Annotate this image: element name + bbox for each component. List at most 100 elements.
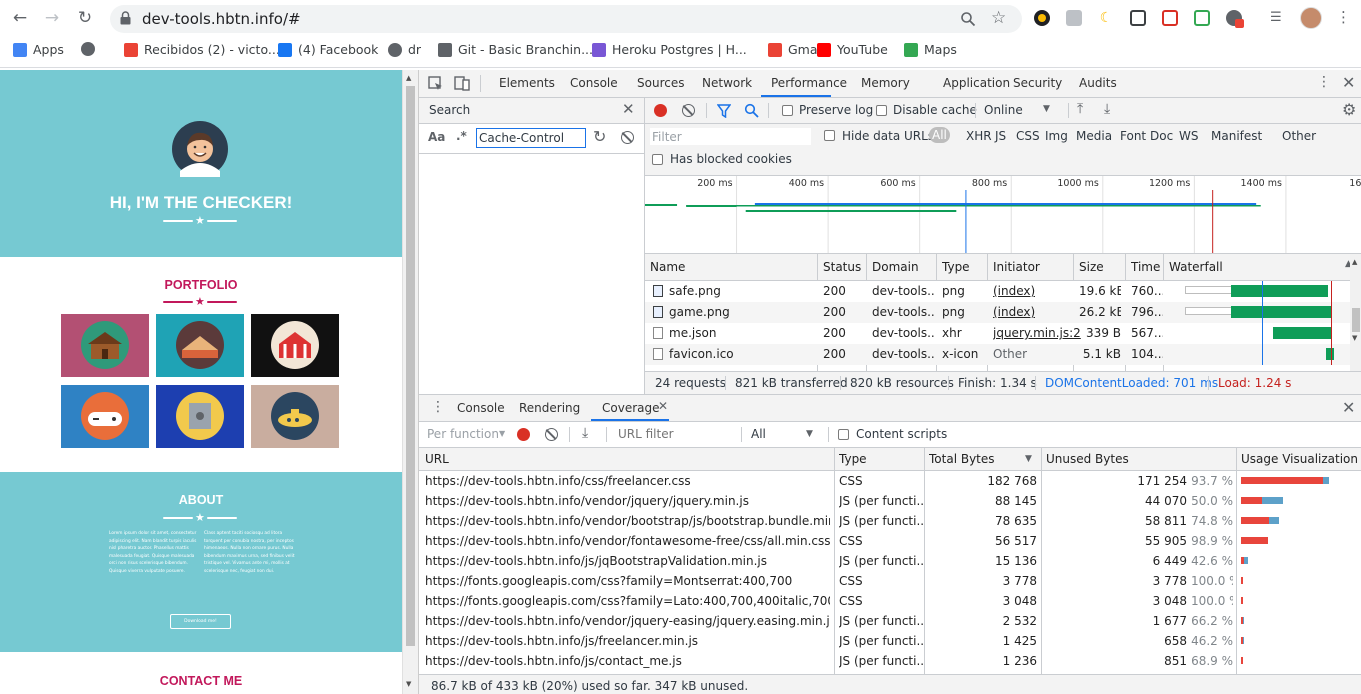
filter-type-other[interactable]: Other xyxy=(1282,129,1316,143)
tab-performance[interactable]: Performance xyxy=(771,76,847,90)
close-drawer-icon[interactable]: ✕ xyxy=(1342,398,1355,417)
tab-application[interactable]: Application xyxy=(943,76,1010,90)
close-search-icon[interactable]: ✕ xyxy=(622,100,635,118)
scrollbar-thumb[interactable] xyxy=(1352,308,1360,332)
type-select[interactable]: All ▼ xyxy=(748,425,820,443)
bookmark-1[interactable] xyxy=(81,42,101,56)
settings-gear-icon[interactable]: ⚙ xyxy=(1342,100,1356,119)
start-coverage-record-icon[interactable] xyxy=(517,428,530,441)
column-time[interactable]: Time xyxy=(1131,260,1160,274)
drawer-tab-console[interactable]: Console xyxy=(457,401,505,415)
coverage-row[interactable]: https://dev-tools.hbtn.info/js/freelance… xyxy=(419,631,1361,651)
content-scripts-checkbox[interactable] xyxy=(838,429,849,440)
device-toolbar-icon[interactable] xyxy=(454,75,470,91)
tab-elements[interactable]: Elements xyxy=(499,76,555,90)
bookmark-6[interactable]: Heroku Postgres | H... xyxy=(592,42,747,57)
coverage-row[interactable]: https://dev-tools.hbtn.info/vendor/jquer… xyxy=(419,491,1361,511)
preserve-log-checkbox[interactable] xyxy=(782,105,793,116)
bookmark-8[interactable]: YouTube xyxy=(817,42,888,57)
bookmark-2[interactable]: Recibidos (2) - victo... xyxy=(124,42,280,57)
menu-kebab-icon[interactable]: ⋮ xyxy=(1336,8,1351,26)
row-url[interactable]: https://dev-tools.hbtn.info/vendor/fonta… xyxy=(425,534,830,548)
network-filter-input[interactable]: Filter xyxy=(649,127,812,146)
bookmark-5[interactable]: Git - Basic Branchin... xyxy=(438,42,593,57)
filter-type-js[interactable]: JS xyxy=(995,129,1006,143)
coverage-row[interactable]: https://dev-tools.hbtn.info/vendor/fonta… xyxy=(419,531,1361,551)
row-name[interactable]: safe.png xyxy=(669,284,814,298)
bookmark-3[interactable]: (4) Facebook xyxy=(278,42,378,57)
regex-button[interactable]: .* xyxy=(456,129,467,143)
coverage-row[interactable]: https://fonts.googleapis.com/css?family=… xyxy=(419,571,1361,591)
column-total-bytes[interactable]: Total Bytes xyxy=(929,452,995,466)
coverage-row[interactable]: https://dev-tools.hbtn.info/css/freelanc… xyxy=(419,471,1361,491)
bookmark-7[interactable]: Gmail xyxy=(768,42,824,57)
forward-arrow-icon[interactable]: → xyxy=(41,8,63,28)
extension-icon[interactable] xyxy=(1194,10,1210,26)
clear-search-icon[interactable] xyxy=(621,131,634,144)
filter-type-doc[interactable]: Doc xyxy=(1150,129,1173,143)
import-har-icon[interactable]: ⤒ xyxy=(1077,101,1083,117)
row-name[interactable]: game.png xyxy=(669,305,814,319)
filter-type-manifest[interactable]: Manifest xyxy=(1211,129,1262,143)
scroll-up-icon[interactable]: ▲ xyxy=(1352,258,1357,266)
drawer-tab-rendering[interactable]: Rendering xyxy=(519,401,580,415)
back-arrow-icon[interactable]: ← xyxy=(9,8,31,28)
table-row[interactable]: me.json 200 dev-tools.... xhr jquery.min.js:… xyxy=(645,323,1350,344)
search-icon[interactable] xyxy=(744,103,759,118)
coverage-row[interactable]: https://fonts.googleapis.com/css?family=… xyxy=(419,591,1361,611)
coverage-row[interactable]: https://dev-tools.hbtn.info/js/contact_m… xyxy=(419,651,1361,671)
row-url[interactable]: https://fonts.googleapis.com/css?family=… xyxy=(425,594,830,608)
download-button[interactable]: Download me! xyxy=(170,614,231,629)
row-initiator[interactable]: (index) xyxy=(993,305,1035,319)
portfolio-item-cake[interactable] xyxy=(156,314,244,377)
row-initiator[interactable]: (index) xyxy=(993,284,1035,298)
row-url[interactable]: https://fonts.googleapis.com/css?family=… xyxy=(425,574,830,588)
reload-icon[interactable]: ↻ xyxy=(74,8,96,28)
filter-type-all[interactable]: All xyxy=(929,127,950,143)
row-url[interactable]: https://dev-tools.hbtn.info/css/freelanc… xyxy=(425,474,830,488)
row-url[interactable]: https://dev-tools.hbtn.info/js/contact_m… xyxy=(425,654,830,668)
scroll-up-icon[interactable]: ▲ xyxy=(406,74,411,82)
address-bar[interactable]: dev-tools.hbtn.info/# ☆ xyxy=(110,5,1022,33)
drawer-menu-icon[interactable]: ⋮ xyxy=(431,399,445,415)
overview-timeline[interactable]: 200 ms 400 ms 600 ms 800 ms 1000 ms 1200 ms 14… xyxy=(645,176,1361,253)
refresh-search-icon[interactable]: ↻ xyxy=(593,127,606,146)
sort-desc-icon[interactable]: ▼ xyxy=(1025,454,1032,464)
search-input[interactable]: Cache-Control xyxy=(476,128,586,148)
match-case-button[interactable]: Aa xyxy=(428,130,445,144)
scroll-down-icon[interactable]: ▼ xyxy=(1352,334,1357,342)
extension-icon[interactable] xyxy=(1226,10,1244,28)
column-unused-bytes[interactable]: Unused Bytes xyxy=(1046,452,1129,466)
filter-type-css[interactable]: CSS xyxy=(1016,129,1040,143)
row-url[interactable]: https://dev-tools.hbtn.info/vendor/jquer… xyxy=(425,614,830,628)
close-devtools-icon[interactable]: ✕ xyxy=(1342,73,1355,92)
zoom-icon[interactable] xyxy=(960,11,976,27)
table-row[interactable]: favicon.ico 200 dev-tools.... x-icon Other 5.… xyxy=(645,344,1350,365)
tab-console[interactable]: Console xyxy=(570,76,618,90)
row-url[interactable]: https://dev-tools.hbtn.info/js/freelance… xyxy=(425,634,830,648)
tab-audits[interactable]: Audits xyxy=(1079,76,1117,90)
column-status[interactable]: Status xyxy=(823,260,861,274)
portfolio-item-cabin[interactable] xyxy=(61,314,149,377)
filter-type-img[interactable]: Img xyxy=(1045,129,1068,143)
tab-memory[interactable]: Memory xyxy=(861,76,910,90)
record-icon[interactable] xyxy=(654,104,667,117)
filter-type-font[interactable]: Font xyxy=(1120,129,1146,143)
bookmark-9[interactable]: Maps xyxy=(904,42,957,57)
clear-log-icon[interactable] xyxy=(682,104,695,117)
coverage-row[interactable]: https://dev-tools.hbtn.info/vendor/jquer… xyxy=(419,611,1361,631)
column-type[interactable]: Type xyxy=(839,452,867,466)
column-domain[interactable]: Domain xyxy=(872,260,919,274)
pocket-icon[interactable] xyxy=(1162,10,1178,26)
portfolio-item-submarine[interactable] xyxy=(251,385,339,448)
column-usage-visualization[interactable]: Usage Visualization xyxy=(1241,452,1358,466)
hide-data-urls-checkbox[interactable] xyxy=(824,130,835,141)
row-url[interactable]: https://dev-tools.hbtn.info/vendor/jquer… xyxy=(425,494,830,508)
row-url[interactable]: https://dev-tools.hbtn.info/js/jqBootstr… xyxy=(425,554,830,568)
filter-icon[interactable] xyxy=(717,104,731,118)
row-name[interactable]: favicon.ico xyxy=(669,347,814,361)
filter-type-media[interactable]: Media xyxy=(1076,129,1112,143)
row-url[interactable]: https://dev-tools.hbtn.info/vendor/boots… xyxy=(425,514,830,528)
coverage-row[interactable]: https://dev-tools.hbtn.info/vendor/boots… xyxy=(419,511,1361,531)
column-size[interactable]: Size xyxy=(1079,260,1104,274)
